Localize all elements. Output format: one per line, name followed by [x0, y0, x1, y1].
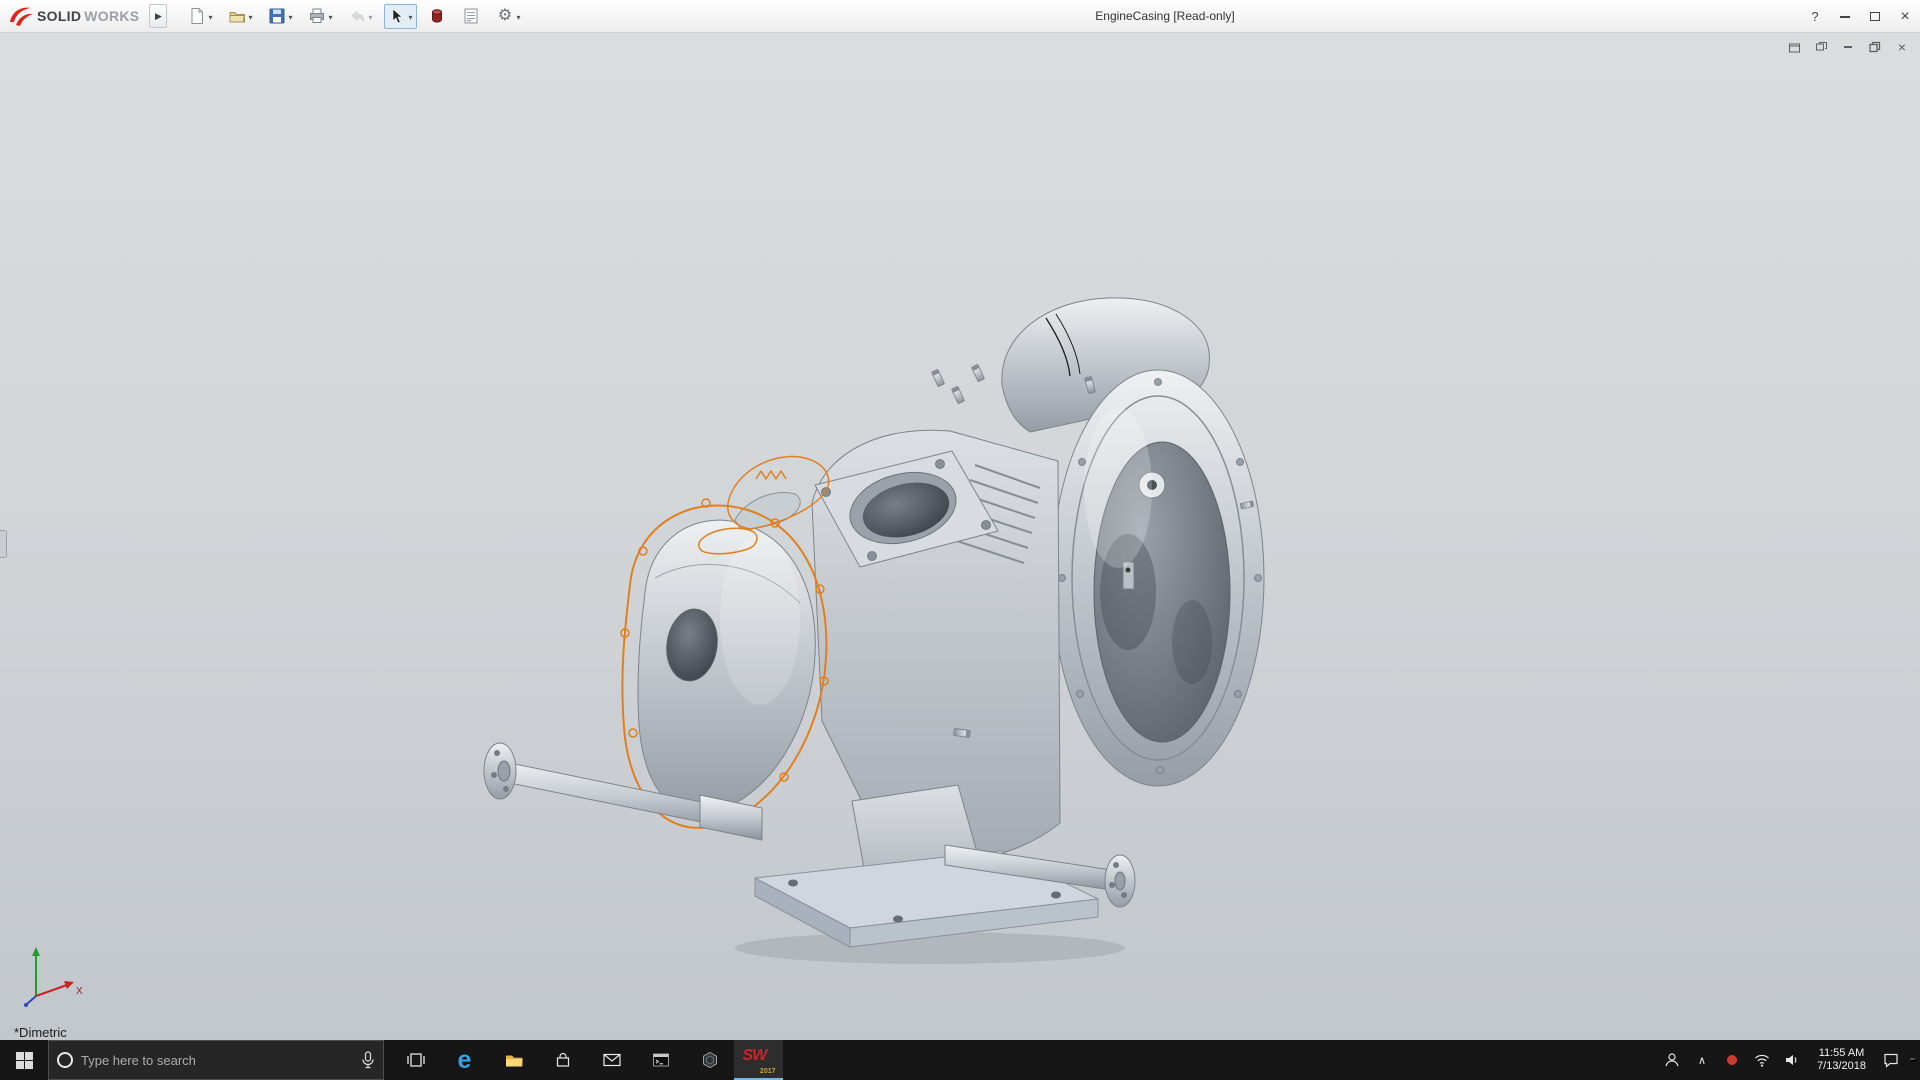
mail-icon	[602, 1053, 621, 1067]
chevron-down-icon[interactable]: ▾	[369, 11, 373, 22]
gear-icon: ⚙	[497, 7, 513, 24]
chevron-down-icon[interactable]: ▾	[288, 11, 292, 22]
store-button[interactable]	[538, 1040, 587, 1080]
panel-splitter-handle[interactable]	[0, 530, 7, 558]
taskbar-apps: e SW 2017	[391, 1040, 783, 1080]
cortana-icon	[57, 1052, 73, 1068]
action-center-icon	[1884, 1053, 1898, 1068]
network-icon	[1755, 1054, 1769, 1067]
title-bar: SOLID WORKS ▶ ▾ ▾ ▾ ▾ ▾ ▾ ⚙ ▾ EngineCasi…	[0, 0, 1920, 33]
edrawings-button[interactable]	[685, 1040, 734, 1080]
render-tools-button[interactable]	[424, 4, 451, 29]
store-icon	[556, 1052, 569, 1067]
taskbar-clock[interactable]: 11:55 AM 7/13/2018	[1811, 1047, 1872, 1073]
brand-text-works: WORKS	[84, 8, 140, 24]
undo-icon	[348, 7, 367, 26]
solidworks-window: SOLID WORKS ▶ ▾ ▾ ▾ ▾ ▾ ▾ ⚙ ▾ EngineCasi…	[0, 0, 1920, 1080]
view-orientation-label: *Dimetric	[14, 1025, 67, 1040]
properties-button[interactable]	[458, 4, 485, 29]
chevron-down-icon[interactable]: ▾	[409, 11, 413, 22]
restore-pane-button[interactable]	[1813, 39, 1829, 55]
command-prompt-icon	[652, 1053, 669, 1067]
clock-date: 7/13/2018	[1817, 1060, 1866, 1072]
solidworks-ds-icon	[10, 7, 33, 26]
clock-time: 11:55 AM	[1818, 1047, 1865, 1059]
select-tool-button[interactable]: ▾	[383, 3, 417, 29]
red-shield-icon	[1727, 1055, 1738, 1065]
restore-icon	[1869, 41, 1881, 53]
hexagon-app-icon	[702, 1051, 717, 1069]
engine-casing-model[interactable]	[0, 33, 1920, 1040]
solidworks-logo: SOLID WORKS	[0, 5, 149, 27]
task-view-button[interactable]	[391, 1040, 440, 1080]
task-view-icon	[406, 1053, 425, 1067]
microphone-icon[interactable]	[361, 1051, 375, 1069]
chevron-down-icon[interactable]: ▾	[517, 11, 521, 22]
maximize-icon	[1870, 12, 1880, 21]
antivirus-tray-button[interactable]	[1721, 1040, 1743, 1080]
brand-text-solid: SOLID	[37, 8, 82, 24]
clutch-housing[interactable]	[1051, 369, 1265, 787]
chevron-down-icon[interactable]: ▾	[329, 11, 333, 22]
help-button[interactable]: ?	[1800, 0, 1830, 33]
print-icon	[308, 7, 327, 26]
properties-form-icon	[462, 7, 481, 26]
network-tray-button[interactable]	[1751, 1040, 1773, 1080]
action-center-button[interactable]	[1880, 1040, 1902, 1080]
minimize-icon	[1840, 15, 1850, 18]
maximize-button[interactable]	[1860, 0, 1890, 33]
options-button[interactable]: ⚙ ▾	[492, 4, 525, 29]
doc-minimize-button[interactable]	[1840, 39, 1856, 55]
chevron-down-icon[interactable]: ▾	[248, 11, 252, 22]
show-desktop-button[interactable]	[1910, 1058, 1916, 1062]
solidworks-taskbar-button[interactable]: SW 2017	[734, 1040, 783, 1080]
minimize-icon	[1844, 46, 1852, 48]
new-document-icon	[187, 7, 206, 26]
command-prompt-button[interactable]	[636, 1040, 685, 1080]
triad-x-label: X	[76, 986, 83, 997]
mail-button[interactable]	[587, 1040, 636, 1080]
minimize-button[interactable]	[1830, 0, 1860, 33]
volume-tray-button[interactable]	[1781, 1040, 1803, 1080]
document-title: EngineCasing [Read-only]	[1095, 9, 1235, 23]
close-icon: ×	[1897, 39, 1907, 55]
open-folder-icon	[227, 7, 246, 26]
document-window-controls: ×	[1786, 39, 1910, 55]
orientation-triad: X	[24, 947, 83, 1007]
search-input[interactable]	[81, 1052, 353, 1068]
system-tray: ∧ 11:55 AM 7/13/2018	[1661, 1040, 1920, 1080]
select-cursor-icon	[388, 7, 407, 26]
edge-icon: e	[457, 1045, 472, 1074]
close-button[interactable]: ×	[1890, 0, 1920, 33]
windows-taskbar: e	[0, 1040, 1920, 1080]
person-icon	[1665, 1053, 1679, 1067]
show-hidden-icons-button[interactable]: ∧	[1691, 1040, 1713, 1080]
speaker-icon	[1786, 1055, 1797, 1065]
chevron-down-icon[interactable]: ▾	[208, 11, 212, 22]
chevron-up-icon: ∧	[1698, 1054, 1707, 1067]
save-button[interactable]: ▾	[263, 4, 296, 29]
start-button[interactable]	[0, 1040, 48, 1080]
save-icon	[267, 7, 286, 26]
graphics-area[interactable]: × X *Dimetric	[0, 33, 1920, 1040]
new-document-button[interactable]: ▾	[183, 4, 216, 29]
solidworks-app-icon: SW 2017	[742, 1047, 776, 1075]
windows-logo-icon	[15, 1051, 33, 1069]
taskbar-search[interactable]	[48, 1040, 384, 1080]
quick-access-toolbar: ▾ ▾ ▾ ▾ ▾ ▾ ⚙ ▾	[183, 3, 525, 29]
doc-close-button[interactable]: ×	[1894, 39, 1910, 55]
print-button[interactable]: ▾	[304, 4, 337, 29]
close-icon: ×	[1900, 7, 1910, 25]
float-pane-button[interactable]	[1786, 39, 1802, 55]
undo-button[interactable]: ▾	[344, 4, 377, 29]
red-cylinder-icon	[428, 7, 447, 26]
doc-restore-button[interactable]	[1867, 39, 1883, 55]
toolbar-expand-button[interactable]: ▶	[149, 4, 168, 28]
open-button[interactable]: ▾	[223, 4, 256, 29]
window-caption-buttons: ? ×	[1800, 0, 1920, 33]
people-button[interactable]	[1661, 1040, 1683, 1080]
edge-button[interactable]: e	[440, 1040, 489, 1080]
file-explorer-icon	[505, 1055, 522, 1067]
file-explorer-button[interactable]	[489, 1040, 538, 1080]
